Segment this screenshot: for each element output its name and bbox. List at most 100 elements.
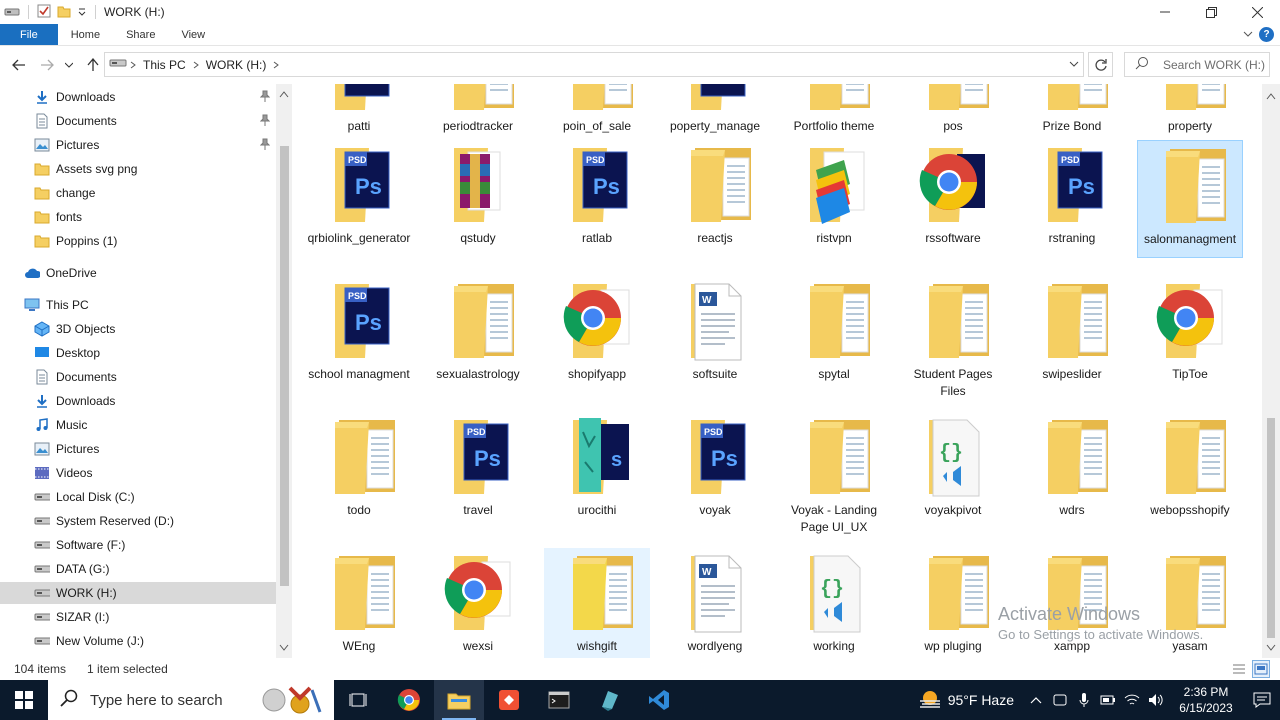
file-item[interactable]: webopsshopify [1137,412,1243,519]
sidebar-item[interactable]: WORK (H:) [0,582,276,604]
vscode-taskbar-icon[interactable] [634,680,684,720]
tab-home[interactable]: Home [58,24,113,45]
file-item[interactable]: reactjs [662,140,768,247]
task-view-button[interactable] [334,680,384,720]
file-item[interactable]: Portfolio theme [781,84,887,135]
breadcrumb-work-drive[interactable]: WORK (H:) [206,58,267,72]
file-item[interactable]: PSD Ps poperty_manage [662,84,768,135]
sidebar-item[interactable]: fonts [34,206,276,228]
sidebar-item[interactable]: System Reserved (D:) [34,510,276,532]
close-button[interactable] [1234,0,1280,24]
file-item[interactable]: salonmanagment [1137,140,1243,258]
sidebar-item[interactable]: DATA (G:) [34,558,276,580]
file-item[interactable]: PSD Ps qrbiolink_generator [306,140,412,247]
details-view-icon[interactable] [1230,660,1248,678]
file-item[interactable]: {} voyakpivot [900,412,1006,519]
file-item[interactable]: PSD Ps rstraning [1019,140,1125,247]
file-item[interactable]: s urocithi [544,412,650,519]
address-bar[interactable]: This PC WORK (H:) [104,52,1084,77]
file-item[interactable]: W wordlyeng [662,548,768,655]
file-item[interactable]: wdrs [1019,412,1125,519]
file-item[interactable]: todo [306,412,412,519]
scrollbar-thumb[interactable] [280,146,289,586]
sidebar-item[interactable]: Documents [34,366,276,388]
tab-file[interactable]: File [0,24,58,45]
sidebar-item[interactable]: change [34,182,276,204]
pin-icon[interactable] [259,138,271,153]
forward-button[interactable] [36,54,58,76]
chevron-right-icon[interactable] [130,61,136,69]
chevron-down-icon[interactable] [77,5,87,19]
file-item[interactable]: swipeslider [1019,276,1125,383]
chevron-right-icon[interactable] [193,61,199,69]
sidebar-item[interactable]: This PC [24,294,276,316]
app-taskbar-icon[interactable] [584,680,634,720]
weather-widget[interactable]: 95°F Haze [918,689,1014,712]
file-item[interactable]: wishgift [544,548,650,658]
clock[interactable]: 2:36 PM 6/15/2023 [1168,684,1244,716]
file-item[interactable]: wexsi [425,548,531,655]
content-scrollbar[interactable] [1262,84,1280,658]
file-item[interactable]: W softsuite [662,276,768,383]
tab-share[interactable]: Share [113,24,168,45]
minimize-button[interactable] [1142,0,1188,24]
sidebar-item[interactable]: Local Disk (C:) [34,486,276,508]
sidebar-item[interactable]: Software (F:) [34,534,276,556]
chevron-down-icon[interactable] [1069,58,1079,72]
sidebar-item[interactable]: New Volume (J:) [34,630,276,652]
sidebar-item[interactable]: OneDrive [24,262,276,284]
sidebar-item[interactable]: 3D Objects [34,318,276,340]
sidebar-item[interactable]: Pictures [34,438,276,460]
pin-icon[interactable] [259,114,271,129]
start-button[interactable] [0,680,48,720]
search-input[interactable]: Search WORK (H:) [1124,52,1270,77]
sidebar-item[interactable]: SIZAR (I:) [34,606,276,628]
file-item[interactable]: PSD Ps school managment [306,276,412,383]
file-item[interactable]: Prize Bond [1019,84,1125,135]
sidebar-item[interactable]: Documents [34,110,276,132]
microphone-icon[interactable] [1072,680,1096,720]
file-item[interactable]: spytal [781,276,887,383]
file-item[interactable]: property [1137,84,1243,135]
file-item[interactable]: s rssoftware [900,140,1006,247]
taskbar-search[interactable]: Type here to search [48,680,334,720]
file-item[interactable]: xampp [1019,548,1125,655]
file-item[interactable]: pos [900,84,1006,135]
sidebar-item[interactable]: Videos [34,462,276,484]
chrome-taskbar-icon[interactable] [384,680,434,720]
wifi-icon[interactable] [1120,680,1144,720]
volume-icon[interactable] [1144,680,1168,720]
scrollbar-thumb[interactable] [1267,418,1275,638]
nav-scrollbar[interactable] [276,84,292,658]
file-item[interactable]: PSD Ps patti [306,84,412,135]
file-item[interactable]: sexualastrology [425,276,531,383]
file-item[interactable]: yasam [1137,548,1243,655]
expand-ribbon-icon[interactable] [1242,28,1254,43]
sidebar-item[interactable]: Pictures [34,134,276,156]
breadcrumb-this-pc[interactable]: This PC [143,58,186,72]
file-item[interactable]: TipToe [1137,276,1243,383]
sidebar-item[interactable]: Music [34,414,276,436]
file-item[interactable]: periodtracker [425,84,531,135]
file-item[interactable]: Voyak - Landing Page UI_UX [781,412,887,536]
file-explorer-taskbar-icon[interactable] [434,680,484,720]
file-item[interactable]: wp pluging [900,548,1006,655]
meet-now-icon[interactable] [1048,680,1072,720]
terminal-taskbar-icon[interactable] [534,680,584,720]
file-item[interactable]: Student Pages Files [900,276,1006,400]
pin-icon[interactable] [259,90,271,105]
up-button[interactable] [82,54,104,76]
sidebar-item[interactable]: Poppins (1) [34,230,276,252]
battery-icon[interactable] [1096,680,1120,720]
help-icon[interactable]: ? [1259,27,1274,42]
file-item[interactable]: PSD Ps voyak [662,412,768,519]
tab-view[interactable]: View [168,24,218,45]
restore-button[interactable] [1188,0,1234,24]
file-item[interactable]: PSD Ps travel [425,412,531,519]
file-item[interactable]: PSD Ps ratlab [544,140,650,247]
file-item[interactable]: WEng [306,548,412,655]
large-icons-view-icon[interactable] [1252,660,1270,678]
new-folder-icon[interactable] [57,4,71,21]
chevron-right-icon[interactable] [273,61,280,69]
file-item[interactable]: ristvpn [781,140,887,247]
